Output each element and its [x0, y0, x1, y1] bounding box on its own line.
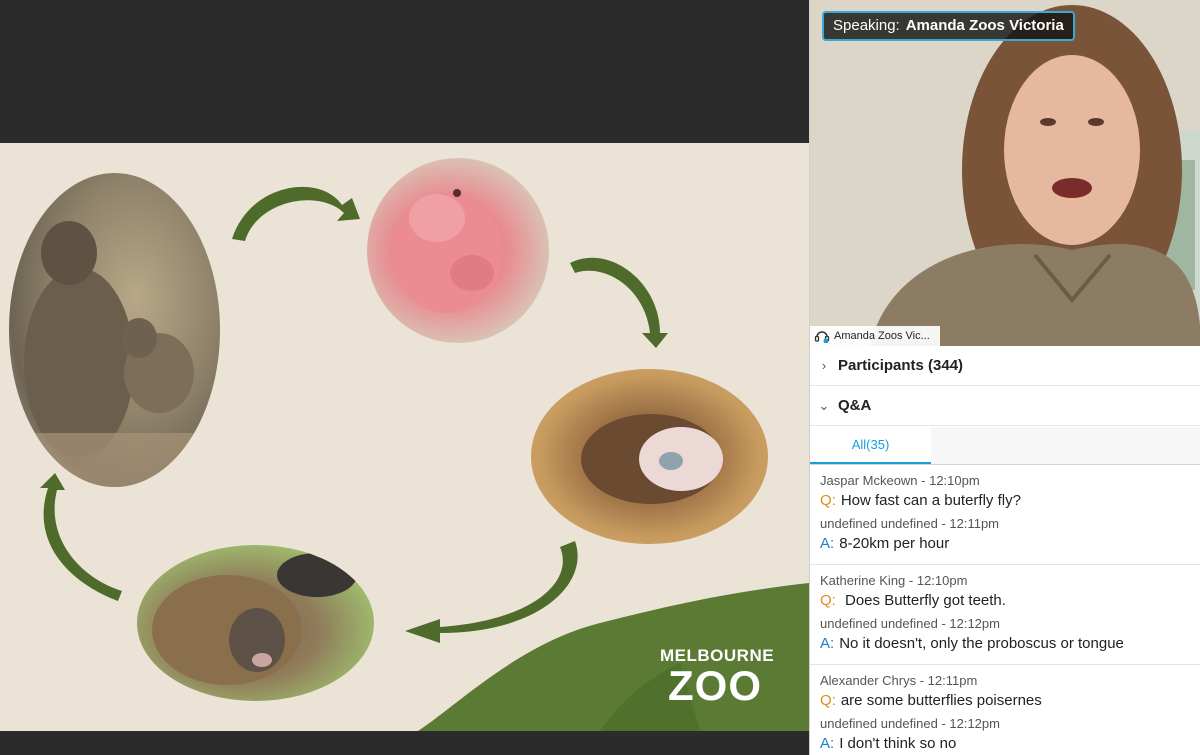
participants-label: Participants (344) — [838, 357, 964, 374]
speaking-label: Speaking: — [833, 17, 900, 34]
answer-tag: A: — [820, 635, 835, 652]
arrow-3 — [405, 541, 578, 643]
qa-item: Jaspar Mckeown - 12:10pm Q: How fast can … — [810, 465, 1200, 565]
cycle-arrows — [40, 186, 668, 643]
question-text: How fast can a buterfly fly? — [840, 492, 1021, 509]
question-meta: Katherine King - 12:10pm — [820, 573, 968, 588]
answer-tag: A: — [820, 735, 835, 752]
question-line: Q: How fast can a buterfly fly? — [820, 490, 1191, 512]
question-meta: Alexander Chrys - 12:11pm — [820, 673, 978, 688]
slide: MELBOURNE ZOO — [0, 143, 809, 731]
qa-section-toggle[interactable]: ⌄ Q&A — [810, 386, 1200, 426]
qa-list[interactable]: Jaspar Mckeown - 12:10pm Q: How fast can … — [810, 465, 1200, 755]
question-meta: Jaspar Mckeown - 12:10pm — [820, 473, 980, 488]
answer-meta: undefined undefined - 12:11pm — [820, 516, 1000, 531]
answer-text: I don't think so no — [839, 735, 957, 752]
speaker-video-frame — [810, 0, 1200, 346]
question-line: Q: are some butterflies poisernes — [820, 690, 1191, 712]
answer-line: A: No it doesn't, only the proboscus or t… — [820, 633, 1191, 655]
qa-item: Katherine King - 12:10pm Q: Does Butterf… — [810, 565, 1200, 665]
melbourne-zoo-logo: MELBOURNE ZOO — [660, 646, 774, 709]
name-tag-text: Amanda Zoos Vic... — [834, 330, 930, 342]
qa-tabs: All(35) — [810, 427, 1200, 465]
presentation-stage: MELBOURNE ZOO — [0, 0, 809, 755]
participants-section-toggle[interactable]: › Participants (344) — [810, 346, 1200, 386]
answer-meta: undefined undefined - 12:12pm — [820, 716, 1000, 731]
speaking-badge: Speaking: Amanda Zoos Victoria — [822, 11, 1075, 41]
tab-all[interactable]: All(35) — [810, 427, 931, 464]
logo-line2: ZOO — [668, 662, 762, 709]
question-text: are some butterflies poisernes — [840, 692, 1042, 709]
video-name-tag: Amanda Zoos Vic... — [810, 326, 940, 346]
arrow-2 — [570, 257, 668, 348]
answer-tag: A: — [820, 535, 835, 552]
question-tag: Q: — [820, 692, 836, 709]
answer-line: A: 8-20km per hour — [820, 533, 1191, 555]
answer-line: A: I don't think so no — [820, 733, 1191, 755]
question-tag: Q: — [820, 592, 836, 609]
bottom-bar — [0, 731, 809, 755]
headset-icon — [814, 331, 830, 343]
answer-text: 8-20km per hour — [839, 535, 950, 552]
chevron-down-icon: ⌄ — [818, 397, 830, 413]
answer-meta: undefined undefined - 12:12pm — [820, 616, 1000, 631]
question-tag: Q: — [820, 492, 836, 509]
answer-text: No it doesn't, only the proboscus or ton… — [839, 635, 1124, 652]
right-panel: Speaking: Amanda Zoos Victoria Amanda Zoo… — [809, 0, 1200, 755]
arrow-4 — [40, 473, 122, 601]
chevron-right-icon: › — [821, 358, 827, 373]
qa-item: Alexander Chrys - 12:11pm Q: are some but… — [810, 665, 1200, 755]
question-line: Q: Does Butterfly got teeth. — [820, 590, 1191, 612]
question-text: Does Butterfly got teeth. — [840, 592, 1006, 609]
speaker-name: Amanda Zoos Victoria — [905, 17, 1064, 34]
arrow-1 — [232, 186, 360, 241]
qa-label: Q&A — [838, 397, 872, 414]
speaker-video: Speaking: Amanda Zoos Victoria Amanda Zoo… — [810, 0, 1200, 346]
